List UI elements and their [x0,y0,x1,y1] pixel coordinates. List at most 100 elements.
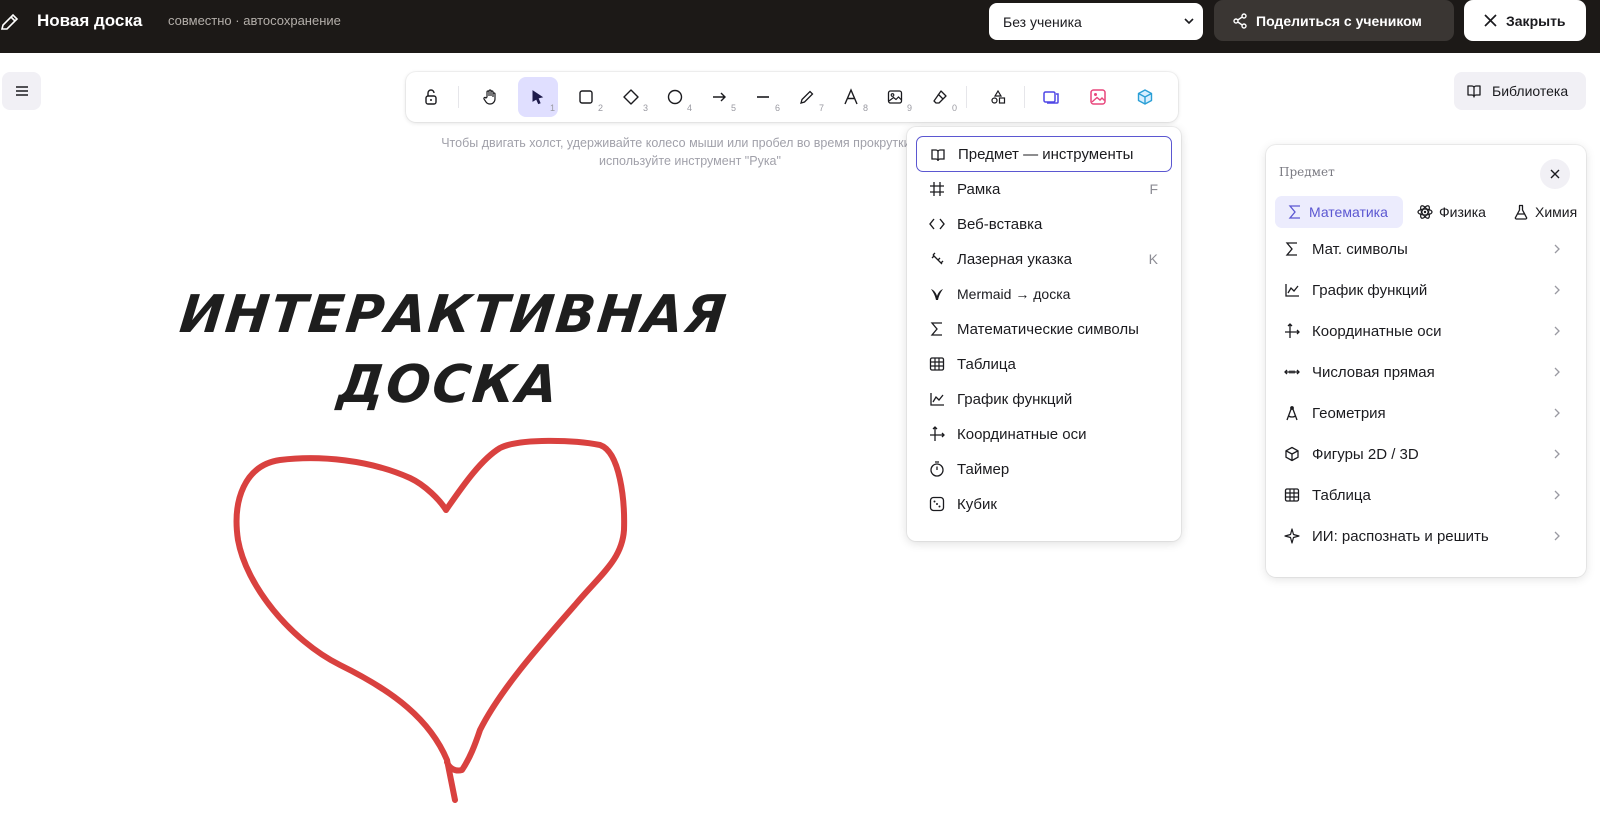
menu-item-mermaid[interactable]: Mermaid → доска [916,276,1172,312]
canvas-text-line1[interactable]: Интерактивная [177,285,731,345]
panel-item-label: Числовая прямая [1312,363,1435,381]
panel-item-shapes-2d-3d[interactable]: Фигуры 2D / 3D [1275,434,1577,474]
menu-item-web-embed[interactable]: Веб-вставка [916,206,1172,242]
tab-label: Математика [1309,204,1388,220]
menu-item-dice[interactable]: Кубик [916,486,1172,522]
panel-item-label: Таблица [1312,486,1371,504]
panel-item-table[interactable]: Таблица [1275,475,1577,515]
canvas-text-line2[interactable]: доска [335,355,563,415]
menu-item-label: График функций [957,390,1073,408]
shapes-icon [991,89,1006,104]
menu-item-math-symbols[interactable]: Математические символы [916,311,1172,347]
menu-item-label: Таймер [957,460,1010,478]
tool-shortcut: 3 [642,103,648,113]
tab-chemistry[interactable]: Химия [1501,196,1586,228]
panel-item-label: Фигуры 2D / 3D [1312,445,1419,463]
panel-item-label: ИИ: распознать и решить [1312,527,1489,545]
menu-item-subject-tools[interactable]: Предмет — инструменты [916,136,1172,172]
panel-item-function-graph[interactable]: График функций [1275,270,1577,310]
chart-line-icon [930,393,944,406]
tab-math[interactable]: Математика [1275,196,1403,228]
tool-hand[interactable] [470,77,510,117]
tool-text[interactable]: 8 [831,77,871,117]
tool-shortcut: 1 [549,103,555,113]
student-select[interactable]: Без ученика [989,3,1203,40]
panel-item-label: График функций [1312,281,1428,299]
toolbar-divider [966,86,967,108]
tool-line[interactable]: 6 [743,77,783,117]
diamond-icon [623,89,639,105]
menu-item-table[interactable]: Таблица [916,346,1172,382]
sigma-icon [930,322,942,336]
menu-item-label: Лазерная указка [957,250,1073,268]
menu-item-timer[interactable]: Таймер [916,451,1172,487]
chevron-right-icon [1554,408,1560,418]
menu-item-coordinate-axes[interactable]: Координатные оси [916,416,1172,452]
tool-diamond[interactable]: 3 [611,77,651,117]
chevron-right-icon [1554,490,1560,500]
panel-item-label: Геометрия [1312,404,1386,422]
tool-shortcut: 0 [951,103,957,113]
hand-icon [483,89,496,105]
tool-shortcut: 8 [862,103,868,113]
tool-frame[interactable] [1031,77,1071,117]
hamburger-icon [15,86,28,96]
chevron-right-icon [1554,285,1560,295]
close-icon [1550,169,1560,179]
book-icon [1467,85,1481,98]
tool-shapes[interactable] [978,77,1018,117]
menu-item-shortcut: F [1149,181,1158,197]
tool-lock[interactable] [411,77,451,117]
panel-item-number-line[interactable]: Числовая прямая [1275,352,1577,392]
chevron-right-icon [1554,244,1560,254]
extra-tools-menu: Предмет — инструменты Рамка F Веб-вставк… [907,127,1181,541]
library-button[interactable]: Библиотека [1454,72,1586,110]
sparkle-icon [1284,528,1300,544]
panel-item-ai-solve[interactable]: ИИ: распознать и решить [1275,516,1577,556]
tool-ellipse[interactable]: 4 [655,77,695,117]
subject-tabs: Математика Физика Химия [1275,196,1586,228]
tool-image[interactable]: 9 [875,77,915,117]
board-title[interactable]: Новая доска [37,11,142,31]
tool-rectangle[interactable]: 2 [566,77,606,117]
menu-item-label: Математические символы [957,320,1139,338]
close-button[interactable]: Закрыть [1464,0,1586,41]
panel-item-math-symbols[interactable]: Мат. символы [1275,229,1577,269]
tool-arrow[interactable]: 5 [699,77,739,117]
cube-icon [1137,89,1153,105]
close-button-label: Закрыть [1506,12,1566,29]
close-icon [1484,14,1497,27]
tool-shortcut: 4 [686,103,692,113]
menu-item-frame[interactable]: Рамка F [916,171,1172,207]
cursor-icon [532,90,544,105]
menu-item-laser[interactable]: Лазерная указка K [916,241,1172,277]
tool-eraser[interactable]: 0 [920,77,960,117]
tool-3d[interactable] [1125,77,1165,117]
sigma-icon [1285,242,1297,256]
panel-item-geometry[interactable]: Геометрия [1275,393,1577,433]
panel-title: Предмет [1279,165,1335,179]
flask-icon [1514,204,1528,220]
tool-selection[interactable]: 1 [518,77,558,117]
tool-shortcut: 6 [774,103,780,113]
book-icon [931,149,945,162]
tool-shortcut: 5 [730,103,736,113]
tab-physics[interactable]: Физика [1405,196,1499,228]
atom-icon [1417,205,1433,219]
share-button[interactable]: Поделиться с учеником [1214,0,1454,41]
menu-item-function-graph[interactable]: График функций [916,381,1172,417]
code-icon [929,218,945,230]
image-icon [887,90,903,104]
panel-close-button[interactable] [1540,159,1570,189]
tool-draw[interactable]: 7 [787,77,827,117]
main-menu-button[interactable] [2,72,41,110]
line-icon [757,96,769,98]
menu-item-shortcut: K [1148,251,1158,267]
tool-gallery[interactable] [1078,77,1118,117]
slides-icon [1043,91,1059,104]
panel-item-label: Координатные оси [1312,322,1442,340]
menu-item-label: Координатные оси [957,425,1087,443]
panel-item-coordinate-axes[interactable]: Координатные оси [1275,311,1577,351]
toolbar-divider [1024,86,1025,108]
menu-item-label: Таблица [957,355,1016,373]
